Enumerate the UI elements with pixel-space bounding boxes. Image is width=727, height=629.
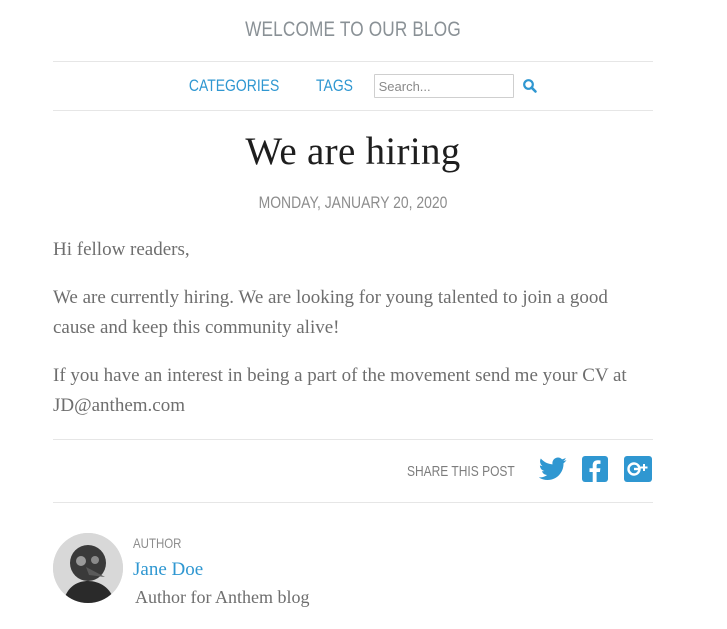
twitter-icon[interactable] xyxy=(538,456,567,486)
google-plus-icon[interactable] xyxy=(623,455,653,488)
nav-tags-link[interactable]: TAGS xyxy=(316,76,353,96)
share-bottom-divider xyxy=(53,502,653,503)
post-paragraph: If you have an interest in being a part … xyxy=(53,365,627,416)
post-body: Hi fellow readers, We are currently hiri… xyxy=(53,235,653,421)
share-label: SHARE THIS POST xyxy=(407,462,515,480)
facebook-icon[interactable] xyxy=(581,455,609,488)
author-meta: AUTHOR Jane Doe Author for Anthem blog xyxy=(133,535,309,608)
search-icon[interactable] xyxy=(522,78,538,94)
top-nav: CATEGORIES TAGS xyxy=(53,62,653,110)
author-description: Author for Anthem blog xyxy=(135,587,310,607)
author-caption: AUTHOR xyxy=(133,535,182,551)
search-input[interactable] xyxy=(373,74,514,98)
post-date: MONDAY, JANUARY 20, 2020 xyxy=(258,193,448,212)
author-avatar xyxy=(53,533,123,603)
nav-categories-link[interactable]: CATEGORIES xyxy=(189,76,279,96)
post-paragraph: Hi fellow readers, xyxy=(53,239,190,260)
author-name-link[interactable]: Jane Doe xyxy=(133,559,309,581)
post-paragraph: We are currently hiring. We are looking … xyxy=(53,287,608,338)
site-title: WELCOME TO OUR BLOG xyxy=(245,18,461,41)
nav-divider xyxy=(53,110,653,111)
share-bar: SHARE THIS POST xyxy=(53,440,653,502)
author-card: AUTHOR Jane Doe Author for Anthem blog xyxy=(53,533,653,623)
post-title: We are hiring xyxy=(245,130,461,173)
page-container: WELCOME TO OUR BLOG CATEGORIES TAGS We a… xyxy=(53,0,653,623)
